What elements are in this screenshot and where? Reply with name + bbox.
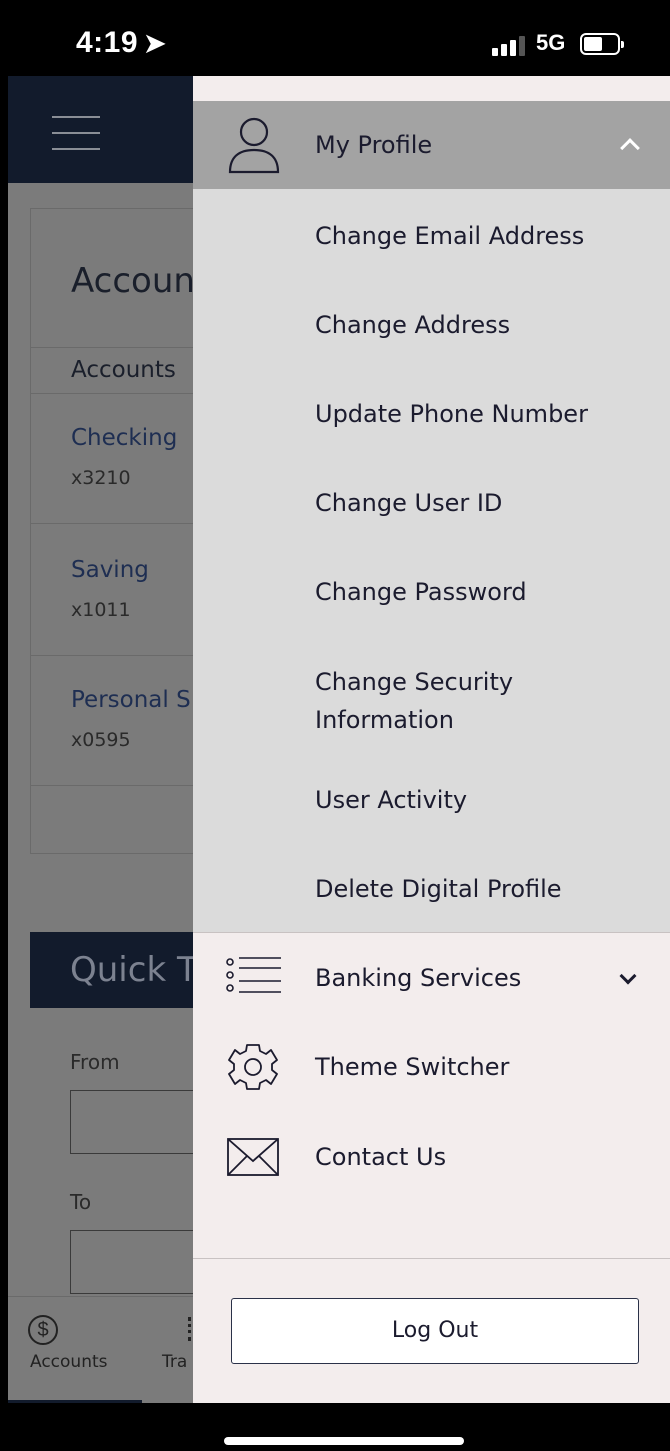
dollar-icon[interactable]: $ — [28, 1315, 58, 1345]
nav-accounts-label[interactable]: Accounts — [30, 1352, 108, 1372]
chevron-down-icon[interactable] — [619, 967, 637, 985]
from-label: From — [70, 1050, 120, 1074]
clock-text: 4:19 — [76, 26, 139, 59]
network-type: 5G — [536, 30, 566, 55]
account-name[interactable]: Checking — [71, 425, 177, 451]
battery-icon — [580, 33, 624, 55]
quick-transfer-title: Quick T — [70, 950, 198, 990]
to-label: To — [70, 1190, 92, 1214]
nav-active-indicator — [8, 1400, 142, 1403]
menu-item-user-activity[interactable]: User Activity — [315, 781, 655, 819]
hamburger-menu-icon[interactable] — [52, 116, 100, 150]
account-name[interactable]: Saving — [71, 557, 149, 583]
menu-item-change-security-info[interactable]: Change Security Information — [315, 663, 545, 739]
menu-item-update-phone[interactable]: Update Phone Number — [315, 395, 655, 433]
status-time: 4:19 ➤ — [76, 26, 166, 60]
my-profile-label: My Profile — [315, 131, 433, 159]
account-name[interactable]: Personal S — [71, 687, 191, 713]
menu-item-banking-services[interactable]: Banking Services — [193, 934, 670, 1024]
menu-item-change-email[interactable]: Change Email Address — [315, 217, 655, 255]
menu-item-change-address[interactable]: Change Address — [315, 306, 655, 344]
theme-switcher-label: Theme Switcher — [315, 1053, 510, 1081]
logout-button[interactable]: Log Out — [231, 1298, 639, 1364]
account-number: x3210 — [71, 467, 131, 489]
my-profile-header[interactable]: My Profile — [193, 101, 670, 189]
envelope-icon — [227, 1138, 279, 1176]
status-bar: 4:19 ➤ 5G — [0, 0, 670, 76]
user-icon — [228, 117, 280, 174]
accounts-card-title: Accoun — [71, 261, 195, 301]
gear-icon — [228, 1044, 278, 1090]
nav-transfer-label[interactable]: Tra — [162, 1352, 187, 1372]
location-arrow-icon: ➤ — [144, 28, 167, 58]
menu-item-delete-profile[interactable]: Delete Digital Profile — [315, 870, 655, 908]
side-drawer: My Profile Change Email Address Change A… — [193, 76, 670, 1403]
profile-submenu: Change Email Address Change Address Upda… — [193, 189, 670, 933]
chevron-up-icon[interactable] — [620, 138, 640, 158]
home-indicator[interactable] — [224, 1437, 464, 1445]
menu-item-contact-us[interactable]: Contact Us — [193, 1113, 670, 1203]
banking-services-label: Banking Services — [315, 964, 522, 992]
signal-strength-icon — [492, 34, 528, 56]
contact-us-label: Contact Us — [315, 1143, 447, 1171]
menu-item-change-password[interactable]: Change Password — [315, 573, 655, 611]
account-number: x1011 — [71, 599, 131, 621]
menu-item-change-user-id[interactable]: Change User ID — [315, 484, 655, 522]
list-icon — [226, 957, 281, 993]
account-number: x0595 — [71, 729, 131, 751]
accounts-subheader: Accounts — [71, 357, 176, 383]
menu-item-theme-switcher[interactable]: Theme Switcher — [193, 1023, 670, 1113]
